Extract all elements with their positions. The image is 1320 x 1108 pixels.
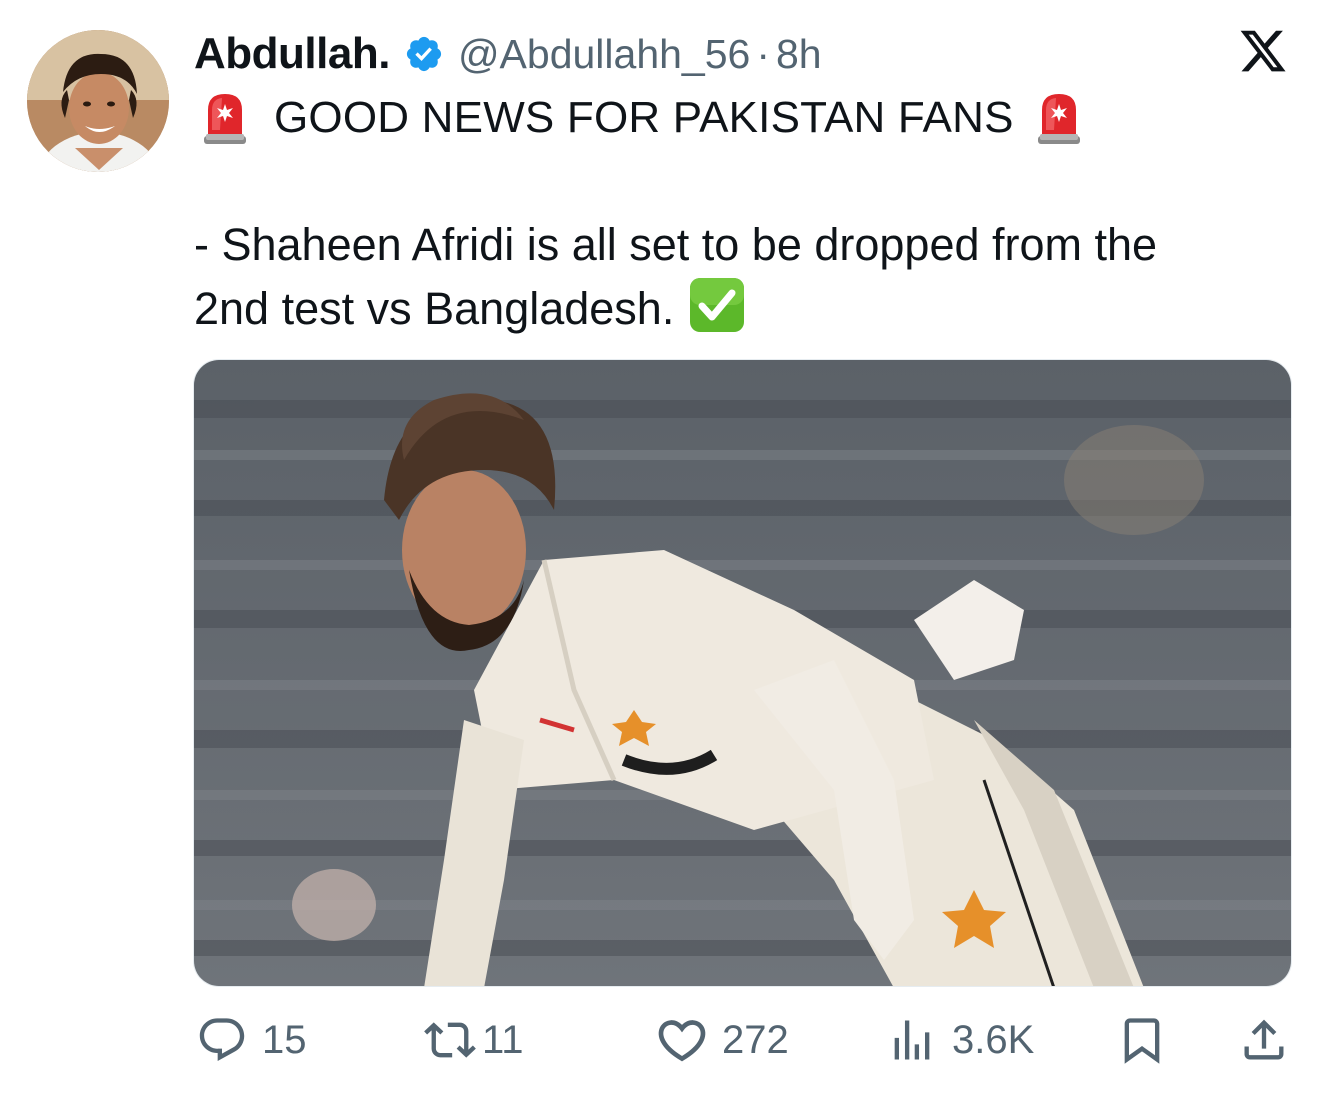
bookmark-button[interactable]: [1116, 1010, 1168, 1070]
x-logo-icon: [1238, 26, 1288, 76]
siren-emoji-right: [1036, 90, 1082, 146]
tweet-timestamp[interactable]: 8h: [776, 31, 822, 78]
siren-emoji-left: [202, 90, 248, 146]
like-button[interactable]: 272: [654, 1010, 789, 1070]
repost-icon: [424, 1014, 476, 1066]
tweet-headline: GOOD NEWS FOR PAKISTAN FANS: [202, 88, 1082, 148]
cricket-bowler-photo: [194, 360, 1291, 986]
repost-button[interactable]: 11: [424, 1010, 524, 1070]
headline-text: GOOD NEWS FOR PAKISTAN FANS: [274, 93, 1014, 142]
tweet-header: Abdullah. @Abdullahh_56 · 8h: [194, 26, 822, 82]
tweet-body: - Shaheen Afridi is all set to be droppe…: [194, 214, 1274, 340]
views-chart-icon: [886, 1014, 938, 1066]
views-button[interactable]: 3.6K: [886, 1010, 1034, 1070]
reply-icon: [196, 1014, 248, 1066]
author-avatar[interactable]: [27, 30, 169, 172]
body-line-2-text: 2nd test vs Bangladesh.: [194, 283, 675, 334]
body-line-1: - Shaheen Afridi is all set to be droppe…: [194, 219, 1158, 270]
separator-dot: ·: [756, 30, 770, 77]
share-button[interactable]: [1238, 1010, 1290, 1070]
like-count: 272: [722, 1017, 789, 1062]
reply-button[interactable]: 15: [196, 1010, 307, 1070]
body-line-2: 2nd test vs Bangladesh.: [194, 276, 1274, 340]
tweet-media-photo[interactable]: [193, 359, 1292, 987]
avatar-image: [27, 30, 169, 172]
share-icon: [1238, 1014, 1290, 1066]
heart-icon: [654, 1012, 710, 1068]
bookmark-icon: [1116, 1014, 1168, 1066]
reply-count: 15: [262, 1017, 307, 1062]
verified-badge-icon: [404, 34, 444, 74]
tweet-actions-bar: 15 11 272 3.6K: [0, 1010, 1320, 1070]
author-name[interactable]: Abdullah.: [194, 29, 390, 79]
check-mark-emoji: [688, 276, 746, 334]
repost-count: 11: [482, 1017, 524, 1062]
views-count: 3.6K: [952, 1017, 1035, 1062]
author-handle[interactable]: @Abdullahh_56: [458, 31, 750, 78]
